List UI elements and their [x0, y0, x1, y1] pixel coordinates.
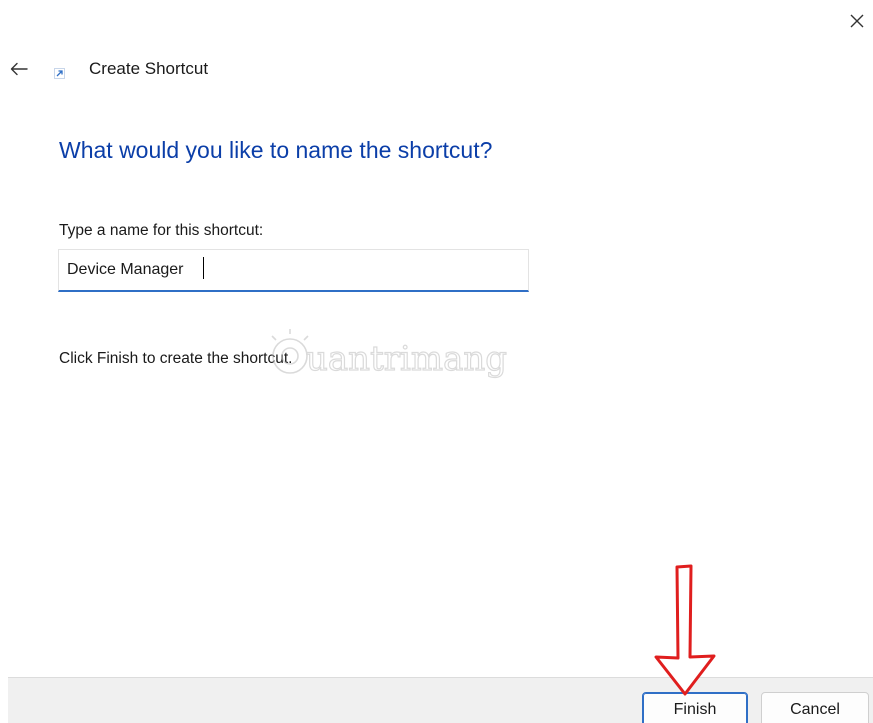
- cancel-button[interactable]: Cancel: [761, 692, 869, 723]
- close-button[interactable]: [840, 4, 873, 38]
- page-heading: What would you like to name the shortcut…: [59, 137, 493, 163]
- close-icon: [850, 14, 864, 28]
- shortcut-arrow-icon: [54, 68, 65, 79]
- finish-button[interactable]: Finish: [642, 692, 748, 723]
- shortcut-name-input[interactable]: [59, 250, 528, 290]
- shortcut-name-label: Type a name for this shortcut:: [59, 222, 264, 239]
- text-caret: [203, 257, 204, 279]
- watermark-text: uantrimang: [306, 339, 507, 379]
- shortcut-name-field[interactable]: [58, 249, 529, 292]
- create-shortcut-dialog: Create Shortcut What would you like to n…: [0, 0, 873, 723]
- back-button[interactable]: [4, 54, 34, 84]
- back-arrow-icon: [10, 62, 28, 76]
- wizard-title: Create Shortcut: [89, 59, 209, 78]
- watermark-logo: uantrimang: [271, 329, 508, 380]
- finish-instruction: Click Finish to create the shortcut.: [59, 350, 293, 367]
